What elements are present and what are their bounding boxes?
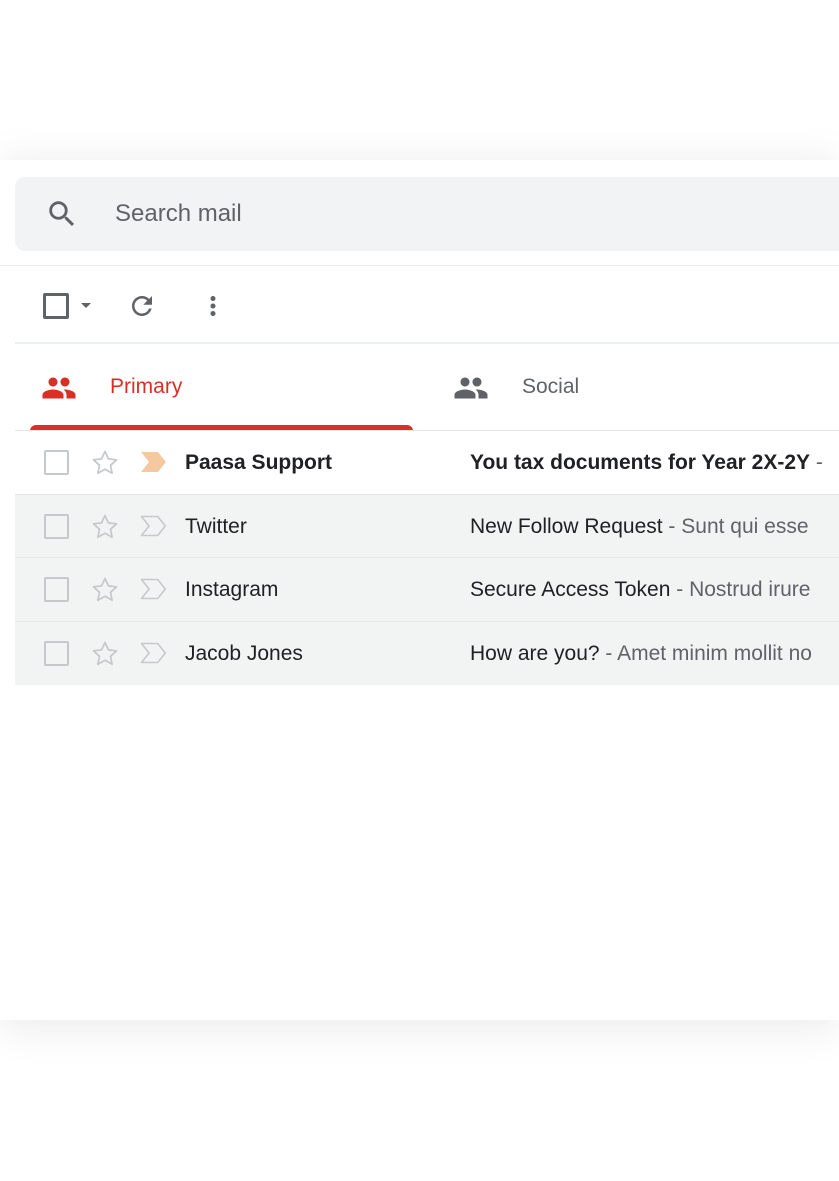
important-marker-icon[interactable] [139,451,167,473]
tab-primary[interactable]: Primary [15,344,415,431]
search-icon[interactable] [45,197,79,231]
email-sender: Twitter [185,514,247,538]
search-input[interactable]: Search mail [115,177,242,251]
email-row[interactable]: Instagram Secure Access Token - Nostrud … [15,558,839,622]
email-sender: Instagram [185,578,279,601]
email-snippet: - Nostrud irure [670,578,811,601]
more-vert-icon[interactable] [198,291,228,321]
refresh-icon[interactable] [127,291,157,321]
email-snippet: - Amet minim mollit no [599,641,812,665]
mail-panel: Search mail Primary Social Paasa Support… [0,160,839,1020]
important-marker-icon[interactable] [139,642,167,664]
email-subject: You tax documents for Year 2X-2Y [470,451,810,474]
email-preview: You tax documents for Year 2X-2Y - [470,431,839,494]
people-icon [454,377,488,399]
email-sender: Jacob Jones [185,641,303,665]
tab-label: Primary [110,375,183,398]
email-preview: Secure Access Token - Nostrud irure [470,558,839,621]
row-checkbox[interactable] [44,450,69,475]
email-row[interactable]: Jacob Jones How are you? - Amet minim mo… [15,621,839,685]
star-icon[interactable] [90,639,120,669]
category-tabs: Primary Social [15,344,839,431]
email-preview: New Follow Request - Sunt qui esse [470,495,839,558]
toolbar [15,266,839,342]
email-snippet: - [810,451,823,474]
email-subject: How are you? [470,641,600,665]
row-checkbox[interactable] [44,513,69,539]
row-checkbox[interactable] [44,577,69,602]
star-icon[interactable] [90,575,120,605]
tab-label: Social [522,375,580,398]
email-snippet: - Sunt qui esse [662,514,809,538]
star-icon[interactable] [90,448,120,478]
important-marker-icon[interactable] [139,578,167,600]
select-all-checkbox[interactable] [43,293,69,319]
email-subject: Secure Access Token [470,578,671,601]
caret-down-icon[interactable] [81,303,91,308]
people-icon [42,377,76,399]
tab-social[interactable]: Social [435,344,835,431]
email-row[interactable]: Paasa Support You tax documents for Year… [15,431,839,495]
star-icon[interactable] [90,512,120,542]
email-subject: New Follow Request [470,514,663,538]
search-bar[interactable]: Search mail [15,177,839,251]
email-sender: Paasa Support [185,451,333,474]
email-preview: How are you? - Amet minim mollit no [470,622,839,685]
row-checkbox[interactable] [44,640,69,666]
email-row[interactable]: Twitter New Follow Request - Sunt qui es… [15,494,839,558]
email-list: Paasa Support You tax documents for Year… [15,431,839,685]
important-marker-icon[interactable] [139,515,167,537]
